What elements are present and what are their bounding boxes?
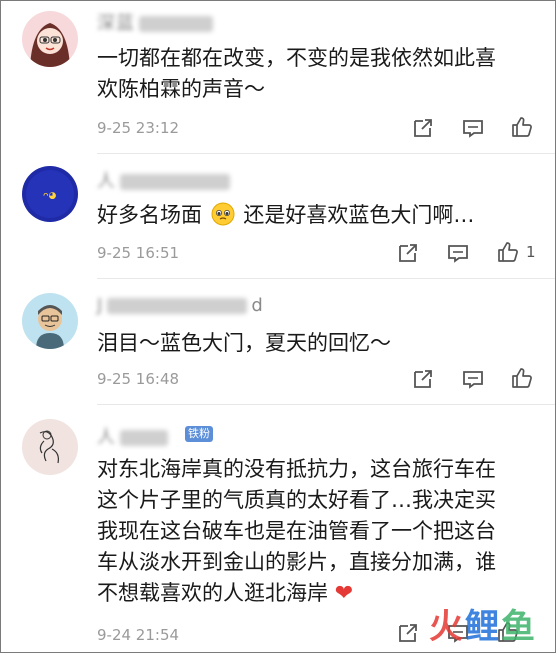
author-name: 人 (97, 171, 116, 192)
fan-badge: 铁粉 (185, 426, 213, 442)
blurred-name-part (120, 174, 230, 190)
comment-line: 不想载喜欢的人逛北海岸 (97, 581, 328, 605)
watermark-char: 火 (429, 607, 465, 647)
comment-line: 泪目～蓝色大门，夏天的回忆～ (97, 331, 391, 355)
comment-line: 欢陈柏霖的声音～ (97, 77, 265, 101)
author-name-tail: d (251, 295, 264, 316)
share-icon[interactable] (411, 116, 435, 140)
comment-time: 9-24 21:54 (97, 626, 180, 644)
blurred-name-part (107, 298, 248, 314)
comment-line: 我现在这台破车也是在油管看了一个把这台 (97, 519, 496, 543)
comment-author[interactable]: 深蓝 (97, 9, 213, 35)
pleading-face-emoji (211, 202, 235, 226)
comment-text: 泪目～蓝色大门，夏天的回忆～ (97, 328, 537, 359)
share-icon[interactable] (411, 367, 435, 391)
avatar[interactable]: ᴖ◕ (22, 166, 78, 222)
comment-icon[interactable] (461, 367, 485, 391)
avatar[interactable] (22, 293, 78, 349)
author-name: 人 (97, 427, 116, 448)
blurred-name-part (120, 430, 168, 446)
comment-author[interactable]: 人 (97, 167, 230, 193)
thumbs-up-icon[interactable] (510, 366, 534, 390)
comment-line: 车从淡水开到金山的影片，直接分加满，谁 (97, 550, 496, 574)
watermark-char: 鱼 (501, 607, 537, 647)
comment-time: 9-25 16:48 (97, 370, 180, 388)
divider (97, 153, 555, 154)
divider (97, 278, 555, 279)
comment-text: 对东北海岸真的没有抵抗力，这台旅行车在 这个片子里的气质真的太好看了…我决定买 … (97, 454, 537, 609)
svg-text:ᴖ◕: ᴖ◕ (43, 191, 57, 201)
author-name: 深蓝 (97, 13, 135, 34)
comment-author[interactable]: Jd (97, 295, 264, 316)
comment-line: 这个片子里的气质真的太好看了…我决定买 (97, 488, 496, 512)
comment-time: 9-25 23:12 (97, 119, 180, 137)
divider (97, 404, 555, 405)
comment-line: 好多名场面 (97, 203, 202, 227)
comment-time: 9-25 16:51 (97, 244, 180, 262)
author-name: J (97, 295, 104, 316)
comment-line: 一切都在都在改变，不变的是我依然如此喜 (97, 46, 496, 70)
watermark-char: 鲤 (465, 607, 501, 647)
share-icon[interactable] (396, 621, 420, 645)
avatar[interactable] (22, 419, 78, 475)
share-icon[interactable] (396, 241, 420, 265)
comment-line: 还是好喜欢蓝色大门啊… (243, 203, 475, 227)
comment-icon[interactable] (446, 241, 470, 265)
comment-text: 一切都在都在改变，不变的是我依然如此喜 欢陈柏霖的声音～ (97, 43, 537, 105)
comment-icon[interactable] (461, 116, 485, 140)
blurred-name-part (139, 16, 213, 32)
avatar[interactable] (22, 11, 78, 67)
watermark-logo: 火鲤鱼 (429, 599, 537, 648)
thumbs-up-icon[interactable] (510, 115, 534, 139)
comment-text: 好多名场面 还是好喜欢蓝色大门啊… (97, 200, 537, 231)
comment-list: 深蓝 一切都在都在改变，不变的是我依然如此喜 欢陈柏霖的声音～ 9-25 23:… (0, 0, 556, 653)
heart-emoji: ❤ (334, 581, 354, 606)
like-count: 1 (526, 243, 536, 261)
comment-author[interactable]: 人 (97, 423, 168, 449)
thumbs-up-icon[interactable] (496, 240, 520, 264)
comment-line: 对东北海岸真的没有抵抗力，这台旅行车在 (97, 457, 496, 481)
